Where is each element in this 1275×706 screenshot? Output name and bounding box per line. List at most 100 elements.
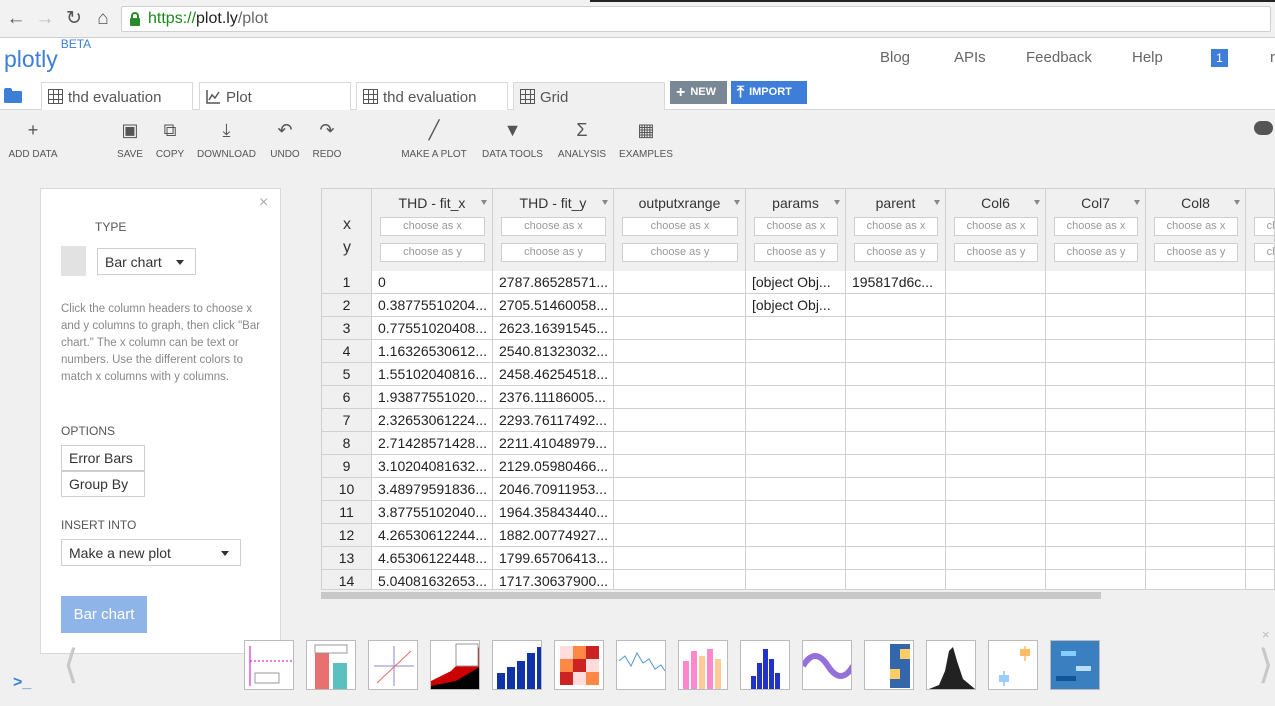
choose-as-y-button[interactable]: choose as y	[1154, 243, 1238, 262]
undo-button[interactable]: ↶ UNDO	[268, 120, 302, 160]
insert-into-dropdown[interactable]: Make a new plot	[61, 539, 241, 566]
table-cell[interactable]	[1046, 294, 1146, 317]
column-header[interactable]: Col7 choose as x choose as y	[1046, 189, 1146, 271]
table-cell[interactable]: 1.93877551020...	[372, 386, 493, 409]
table-cell[interactable]	[946, 340, 1046, 363]
close-icon[interactable]: ×	[259, 194, 268, 212]
column-header[interactable]: outputxrange choose as x choose as y	[614, 189, 746, 271]
table-cell[interactable]	[846, 570, 946, 589]
tab-grid[interactable]: Grid	[513, 82, 665, 111]
table-cell[interactable]	[846, 294, 946, 317]
table-cell[interactable]	[1146, 501, 1246, 524]
table-cell[interactable]: 1882.00774927...	[493, 524, 614, 547]
table-cell[interactable]: 3.87755102040...	[372, 501, 493, 524]
table-cell[interactable]: 195817d6c...	[846, 271, 946, 294]
table-cell[interactable]	[1246, 547, 1274, 570]
choose-as-y-button[interactable]: choose as y	[622, 243, 738, 262]
table-cell[interactable]	[846, 547, 946, 570]
heatmap-thumb[interactable]	[554, 640, 604, 690]
column-header[interactable]: parent choose as x choose as y	[846, 189, 946, 271]
table-cell[interactable]	[1246, 432, 1274, 455]
table-cell[interactable]	[1146, 340, 1246, 363]
address-bar[interactable]: https://plot.ly/plot	[121, 6, 1271, 32]
table-cell[interactable]: 4.26530612244...	[372, 524, 493, 547]
table-cell[interactable]: 1717.30637900...	[493, 570, 614, 589]
table-cell[interactable]	[746, 455, 846, 478]
back-icon[interactable]: ←	[5, 8, 27, 30]
table-cell[interactable]	[614, 386, 746, 409]
choose-as-x-button[interactable]: choose as x	[954, 217, 1038, 236]
table-cell[interactable]	[1146, 524, 1246, 547]
table-cell[interactable]	[614, 524, 746, 547]
table-cell[interactable]	[946, 386, 1046, 409]
table-cell[interactable]	[1046, 432, 1146, 455]
table-cell[interactable]	[1146, 409, 1246, 432]
column-header[interactable]: Col6 choose as x choose as y	[946, 189, 1046, 271]
table-cell[interactable]	[846, 409, 946, 432]
column-header[interactable]: params choose as x choose as y	[746, 189, 846, 271]
dropdown-triangle-icon[interactable]	[834, 200, 840, 205]
table-cell[interactable]	[1246, 363, 1274, 386]
table-cell[interactable]	[1046, 547, 1146, 570]
add-data-button[interactable]: + ADD DATA	[7, 120, 59, 160]
table-cell[interactable]	[1046, 386, 1146, 409]
table-cell[interactable]	[614, 570, 746, 589]
table-cell[interactable]: 2623.16391545...	[493, 317, 614, 340]
table-cell[interactable]	[1046, 409, 1146, 432]
table-cell[interactable]	[946, 409, 1046, 432]
line-plot-thumb[interactable]	[244, 640, 294, 690]
choose-as-y-button[interactable]: choose as y	[954, 243, 1038, 262]
column-header[interactable]: THD - fit_x choose as x choose as y	[372, 189, 493, 271]
choose-as-x-button[interactable]: choose as x	[1154, 217, 1238, 236]
table-cell[interactable]	[846, 386, 946, 409]
dropdown-triangle-icon[interactable]	[734, 200, 740, 205]
table-cell[interactable]: [object Obj...	[746, 271, 846, 294]
heatmap-blue-thumb[interactable]	[1050, 640, 1100, 690]
table-cell[interactable]	[1046, 570, 1146, 589]
table-cell[interactable]: 2787.86528571...	[493, 271, 614, 294]
table-cell[interactable]	[614, 340, 746, 363]
table-cell[interactable]: [object Obj...	[746, 294, 846, 317]
choose-as-x-button[interactable]: choose as x	[501, 217, 606, 236]
table-cell[interactable]	[1146, 478, 1246, 501]
table-cell[interactable]	[746, 363, 846, 386]
table-cell[interactable]: 1964.35843440...	[493, 501, 614, 524]
copy-button[interactable]: ⧉ COPY	[154, 120, 186, 160]
table-cell[interactable]	[1246, 478, 1274, 501]
prev-arrow-icon[interactable]: ⟨	[63, 642, 79, 688]
table-cell[interactable]	[846, 340, 946, 363]
table-cell[interactable]	[746, 570, 846, 589]
horizontal-scrollbar[interactable]	[321, 592, 1101, 599]
analysis-button[interactable]: Σ ANALYSIS	[556, 120, 608, 160]
table-cell[interactable]	[846, 478, 946, 501]
new-button[interactable]: + NEW	[670, 81, 727, 104]
plotly-logo[interactable]: plotlyBETA	[4, 37, 91, 73]
table-cell[interactable]	[746, 386, 846, 409]
table-cell[interactable]	[1046, 524, 1146, 547]
terminal-icon[interactable]: >_	[13, 674, 31, 692]
table-cell[interactable]: 1.16326530612...	[372, 340, 493, 363]
table-cell[interactable]	[1246, 570, 1274, 589]
dropdown-triangle-icon[interactable]	[934, 200, 940, 205]
chart-type-dropdown[interactable]: Bar chart	[97, 248, 196, 275]
table-cell[interactable]	[614, 317, 746, 340]
help-link[interactable]: Help	[1132, 49, 1163, 66]
column-header[interactable]: Col9 choose as x choose as y	[1246, 189, 1274, 271]
choose-as-y-button[interactable]: choose as y	[854, 243, 938, 262]
examples-button[interactable]: ▦ EXAMPLES	[618, 120, 674, 160]
tab-thd-evaluation-2[interactable]: thd evaluation	[356, 82, 508, 110]
annotated-heatmap-thumb[interactable]	[864, 640, 914, 690]
error-bars-button[interactable]: Error Bars	[61, 445, 145, 471]
data-tools-button[interactable]: ▼ DATA TOOLS	[479, 120, 546, 160]
table-cell[interactable]: 2.71428571428...	[372, 432, 493, 455]
table-cell[interactable]	[846, 501, 946, 524]
time-series-thumb[interactable]	[616, 640, 666, 690]
table-cell[interactable]: 5.04081632653...	[372, 570, 493, 589]
import-button[interactable]: ⤒ IMPORT	[731, 81, 807, 104]
table-cell[interactable]	[1146, 271, 1246, 294]
table-cell[interactable]	[1146, 294, 1246, 317]
table-cell[interactable]	[1046, 363, 1146, 386]
table-cell[interactable]	[1246, 294, 1274, 317]
table-cell[interactable]	[746, 409, 846, 432]
box-plot-thumb[interactable]	[988, 640, 1038, 690]
